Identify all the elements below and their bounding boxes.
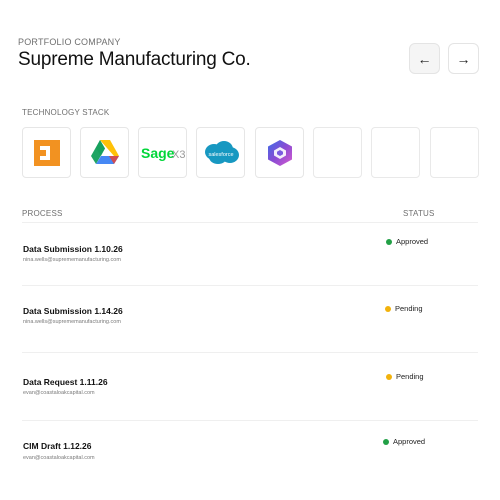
tech-tile-2[interactable] [80,127,129,178]
status-dot-icon [385,305,391,312]
status-label: Pending [395,304,423,313]
divider [22,352,478,353]
status-badge: Pending [385,304,423,313]
divider [22,222,478,223]
process-email: nina.wells@suprememanufacturing.com [23,319,121,325]
status-label: Approved [396,237,429,246]
divider [22,285,478,286]
previous-button[interactable]: ← [409,43,440,74]
microsoft-copilot-logo [267,139,292,166]
tech-tile-1[interactable] [22,127,71,178]
tech-tile-empty[interactable] [430,127,479,178]
status-column-header: STATUS [403,209,435,218]
process-email: nina.wells@suprememanufacturing.com [23,257,121,263]
process-column-header: PROCESS [22,209,63,218]
process-email: evan@coastaloakcapital.com [23,455,95,461]
status-badge: Approved [386,237,428,246]
process-title: Data Request 1.11.26 [23,377,108,387]
arrow-left-icon: ← [417,50,432,67]
salesforce-logo: salesforce [204,140,239,164]
arrow-right-icon: → [456,50,471,67]
technology-stack-label: TECHNOLOGY STACK [22,108,110,117]
process-title: Data Submission 1.14.26 [23,306,123,316]
page-title: Supreme Manufacturing Co. [18,49,251,70]
google-drive-logo [90,140,119,164]
tech-tile-5[interactable] [255,127,304,178]
svg-text:X3: X3 [172,149,185,161]
status-dot-icon [383,438,389,445]
tech-tile-3[interactable]: Sage X3 [138,127,187,178]
orange-square-logo [33,139,60,166]
next-button[interactable]: → [448,43,479,74]
svg-text:Sage: Sage [141,145,175,161]
company-eyebrow: PORTFOLIO COMPANY [18,37,121,47]
tech-tile-empty[interactable] [313,127,362,178]
status-dot-icon [386,373,392,380]
svg-text:salesforce: salesforce [208,152,233,158]
process-title: Data Submission 1.10.26 [23,244,123,254]
status-dot-icon [386,238,392,245]
process-title: CIM Draft 1.12.26 [23,441,92,451]
tech-tile-4[interactable]: salesforce [196,127,245,178]
status-label: Pending [396,372,424,381]
status-label: Approved [393,437,426,446]
sage-x3-logo: Sage X3 [141,145,185,161]
status-badge: Pending [386,372,424,381]
tech-tile-empty[interactable] [371,127,420,178]
status-badge: Approved [383,437,425,446]
process-email: evan@coastaloakcapital.com [23,390,95,396]
divider [22,420,478,421]
